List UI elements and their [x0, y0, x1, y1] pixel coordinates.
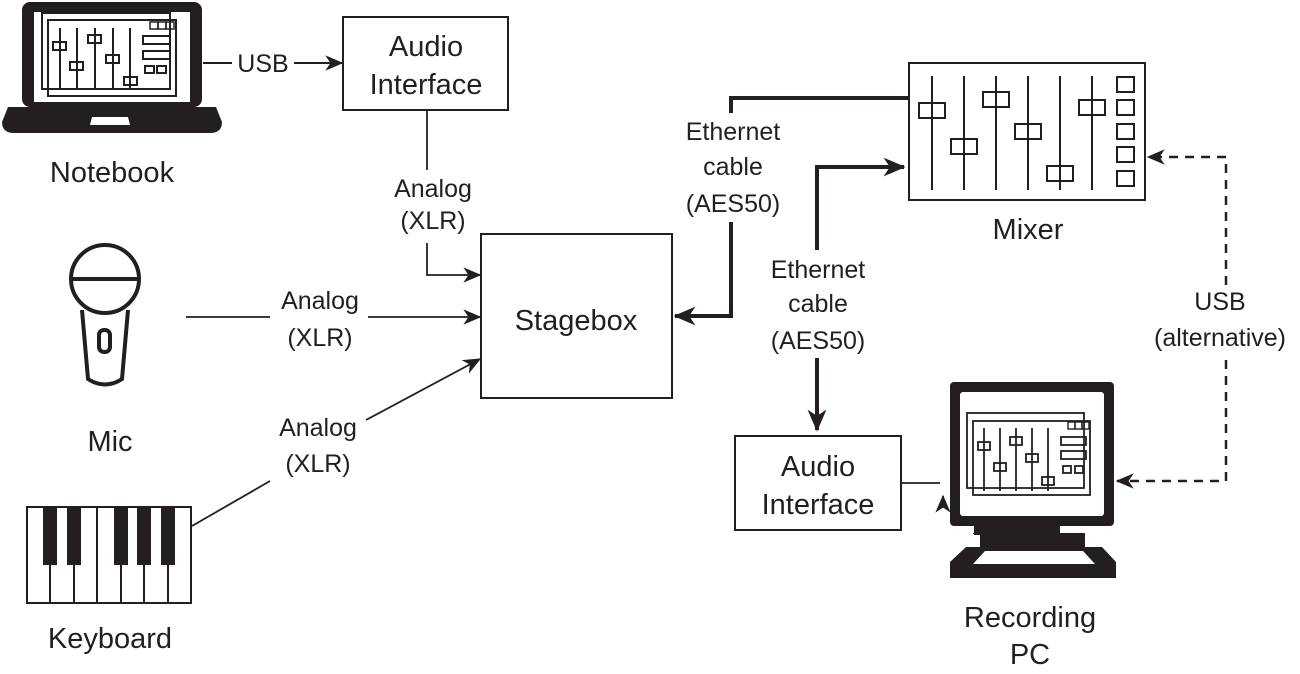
usb-label: USB: [237, 50, 288, 78]
signal-flow-diagram: Notebook USB Audio Interface Analog (XLR…: [2, 2, 1286, 671]
mixer-label: Mixer: [993, 214, 1064, 246]
edge-label-line1: Analog: [281, 287, 359, 315]
recording-pc: Recording PC: [950, 382, 1116, 671]
edge-label-line3: (AES50): [686, 190, 780, 218]
edge-label-line1: Ethernet: [686, 118, 781, 146]
audio-interface-2: Audio Interface: [734, 435, 902, 531]
mixer-console-icon: [908, 62, 1146, 201]
edge-notebook-to-interface: USB: [203, 50, 344, 78]
edge-label-line1: USB: [1194, 288, 1245, 316]
edge-label-line2: cable: [703, 153, 763, 181]
edge-label-line3: (AES50): [771, 327, 865, 355]
recording-pc-line2: PC: [1010, 639, 1050, 671]
desktop-computer-icon: [950, 382, 1116, 578]
edge-interface-to-stagebox: Analog (XLR): [394, 110, 482, 283]
laptop-icon: [2, 2, 222, 133]
audio-interface-2-line1: Audio: [781, 451, 855, 483]
audio-interface-2-line2: Interface: [762, 489, 875, 521]
edge-label-line2: (XLR): [285, 450, 350, 478]
edge-mic-to-stagebox: Analog (XLR): [186, 287, 482, 352]
edge-label-line2: cable: [788, 290, 848, 318]
edge-label-line1: Ethernet: [771, 256, 866, 284]
edge-interface2-to-pc: [901, 482, 951, 513]
recording-pc-line1: Recording: [964, 602, 1096, 634]
notebook: Notebook: [2, 2, 222, 189]
mixer: Mixer: [908, 62, 1146, 246]
stagebox: Stagebox: [480, 233, 673, 399]
edge-label-line1: Analog: [394, 175, 472, 203]
microphone-icon: [69, 243, 141, 387]
keyboard-label: Keyboard: [48, 623, 172, 655]
notebook-label: Notebook: [50, 157, 175, 189]
mic-label: Mic: [87, 426, 132, 458]
edge-label-line2: (XLR): [287, 324, 352, 352]
edge-interface2-to-mixer: Ethernet cable (AES50): [771, 157, 906, 432]
stagebox-label: Stagebox: [515, 305, 638, 337]
audio-interface-1: Audio Interface: [342, 16, 509, 111]
edge-pc-mixer-usb: USB (alternative): [1115, 149, 1286, 489]
mic: Mic: [69, 243, 141, 458]
edge-label-line2: (XLR): [400, 207, 465, 235]
audio-interface-1-line2: Interface: [370, 69, 483, 101]
piano-keyboard-icon: [26, 506, 192, 604]
audio-interface-1-line1: Audio: [389, 31, 463, 63]
edge-label-line2: (alternative): [1154, 324, 1286, 352]
edge-keyboard-to-stagebox: Analog (XLR): [191, 358, 482, 527]
edge-label-line1: Analog: [279, 414, 357, 442]
keyboard: Keyboard: [26, 506, 192, 655]
